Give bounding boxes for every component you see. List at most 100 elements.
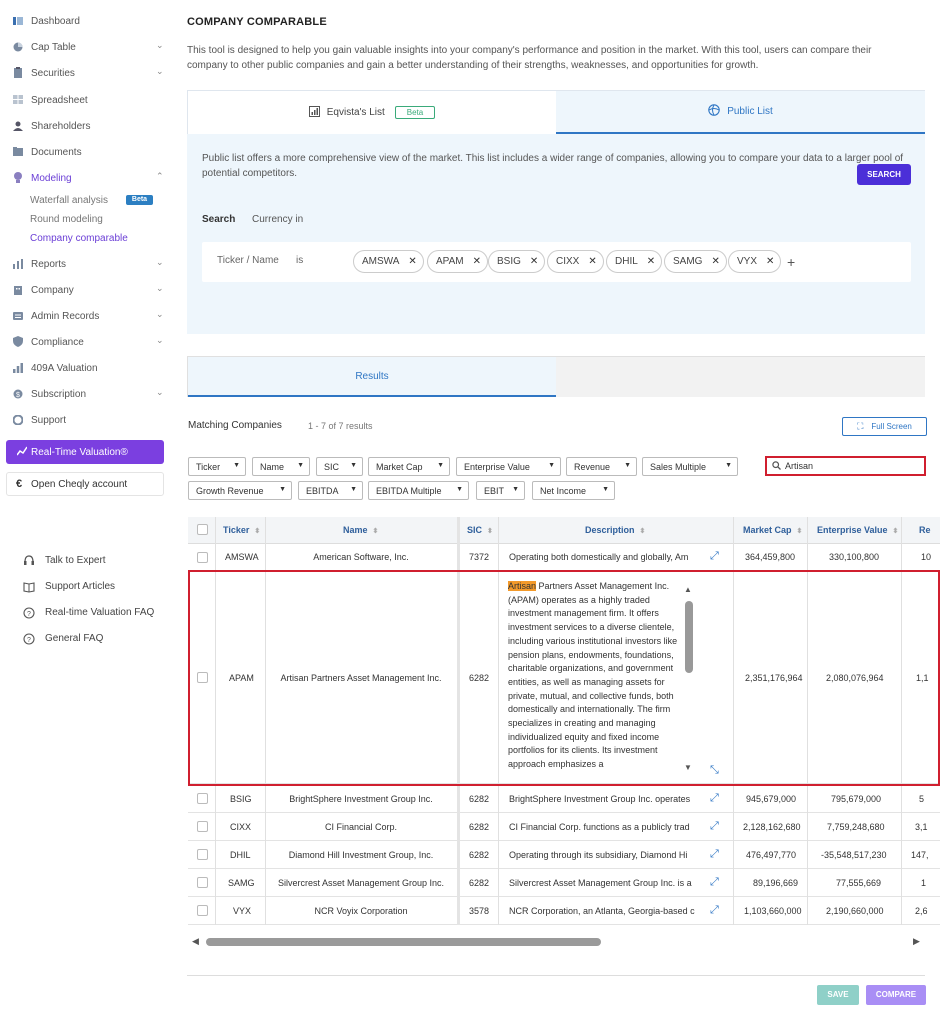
row-checkbox[interactable] bbox=[197, 672, 208, 683]
full-screen-button[interactable]: ⛶ Full Screen bbox=[842, 417, 927, 436]
expand-icon[interactable]: ⤢ bbox=[710, 820, 719, 833]
close-icon[interactable]: ✕ bbox=[473, 256, 481, 267]
collapse-icon[interactable]: ⤡ bbox=[710, 764, 719, 777]
column-toggle-enterprise-value[interactable]: Enterprise Value ▼ bbox=[456, 457, 561, 476]
header-revenue[interactable]: Re bbox=[919, 525, 931, 535]
close-icon[interactable]: ✕ bbox=[530, 256, 538, 267]
column-toggle-revenue[interactable]: Revenue ▼ bbox=[566, 457, 637, 476]
expand-icon[interactable]: ⤢ bbox=[710, 848, 719, 861]
sidebar-item-reports[interactable]: Reports ⌄ bbox=[0, 253, 172, 275]
table-row[interactable]: APAM Artisan Partners Asset Management I… bbox=[188, 571, 940, 784]
sidebar-item-subscription[interactable]: $ Subscription ⌄ bbox=[0, 383, 172, 405]
expand-icon[interactable]: ⤢ bbox=[710, 876, 719, 889]
table-row[interactable]: SAMG Silvercrest Asset Management Group … bbox=[188, 869, 940, 897]
row-checkbox[interactable] bbox=[197, 905, 208, 916]
compare-button[interactable]: COMPARE bbox=[866, 985, 926, 1005]
column-toggle-ebit[interactable]: EBIT ▼ bbox=[476, 481, 525, 500]
realtime-valuation-button[interactable]: Real-Time Valuation® bbox=[6, 440, 164, 464]
help-general-faq[interactable]: ? General FAQ bbox=[0, 631, 172, 649]
help-support-articles[interactable]: Support Articles bbox=[0, 579, 172, 597]
tab-currency[interactable]: Currency in bbox=[252, 214, 312, 225]
sidebar-sub-round-modeling[interactable]: Round modeling bbox=[30, 214, 103, 225]
header-ticker[interactable]: Ticker ⬍ bbox=[223, 525, 260, 535]
column-toggle-ticker[interactable]: Ticker ▼ bbox=[188, 457, 246, 476]
add-chip-button[interactable]: + bbox=[787, 254, 795, 270]
scroll-left-icon[interactable]: ◀ bbox=[192, 936, 199, 947]
save-button[interactable]: SAVE bbox=[817, 985, 859, 1005]
expand-icon[interactable]: ⤢ bbox=[710, 550, 719, 563]
chevron-up-icon[interactable]: ⌃ bbox=[156, 171, 164, 182]
table-row[interactable]: AMSWA American Software, Inc. 7372 Opera… bbox=[188, 544, 940, 571]
sidebar-item-documents[interactable]: Documents bbox=[0, 141, 172, 163]
tab-secondary[interactable] bbox=[556, 357, 925, 397]
header-sic[interactable]: SIC ⬍ bbox=[467, 525, 493, 535]
table-row[interactable]: BSIG BrightSphere Investment Group Inc. … bbox=[188, 785, 940, 813]
header-enterprise-value[interactable]: Enterprise Value ⬍ bbox=[817, 525, 898, 535]
header-market-cap[interactable]: Market Cap ⬍ bbox=[743, 525, 802, 535]
sidebar-item-409a[interactable]: 409A Valuation bbox=[0, 357, 172, 379]
tab-public-list[interactable]: Public List bbox=[556, 91, 925, 134]
column-toggle-sales-multiple[interactable]: Sales Multiple ▼ bbox=[642, 457, 738, 476]
close-icon[interactable]: ✕ bbox=[408, 256, 416, 267]
row-checkbox[interactable] bbox=[197, 793, 208, 804]
scroll-down-icon[interactable]: ▼ bbox=[684, 763, 692, 772]
table-row[interactable]: DHIL Diamond Hill Investment Group, Inc.… bbox=[188, 841, 940, 869]
horizontal-scrollbar[interactable]: ◀ ▶ bbox=[187, 935, 925, 947]
chevron-down-icon[interactable]: ⌄ bbox=[156, 335, 164, 346]
header-description[interactable]: Description ⬍ bbox=[585, 525, 645, 535]
chevron-down-icon[interactable]: ⌄ bbox=[156, 257, 164, 268]
sidebar-item-securities[interactable]: Securities ⌄ bbox=[0, 62, 172, 84]
sidebar-item-company[interactable]: Company ⌄ bbox=[0, 279, 172, 301]
description-scrollbar[interactable]: ▲ ▼ bbox=[684, 585, 694, 775]
column-toggle-ebitda[interactable]: EBITDA ▼ bbox=[298, 481, 363, 500]
close-icon[interactable]: ✕ bbox=[766, 256, 774, 267]
column-toggle-sic[interactable]: SIC ▼ bbox=[316, 457, 363, 476]
sidebar-item-spreadsheet[interactable]: Spreadsheet bbox=[0, 89, 172, 111]
sidebar-item-support[interactable]: Support bbox=[0, 409, 172, 431]
sidebar-item-shareholders[interactable]: Shareholders bbox=[0, 115, 172, 137]
table-row[interactable]: VYX NCR Voyix Corporation 3578 NCR Corpo… bbox=[188, 897, 940, 925]
sidebar-item-cap-table[interactable]: Cap Table ⌄ bbox=[0, 36, 172, 58]
table-row[interactable]: CIXX CI Financial Corp. 6282 CI Financia… bbox=[188, 813, 940, 841]
column-toggle-growth-revenue[interactable]: Growth Revenue ▼ bbox=[188, 481, 292, 500]
chevron-down-icon[interactable]: ⌄ bbox=[156, 40, 164, 51]
table-search-input[interactable]: Artisan bbox=[765, 456, 926, 476]
expand-icon[interactable]: ⤢ bbox=[710, 904, 719, 917]
close-icon[interactable]: ✕ bbox=[647, 256, 655, 267]
tab-search[interactable]: Search bbox=[202, 214, 235, 225]
scroll-thumb[interactable] bbox=[206, 938, 601, 946]
column-toggle-market-cap[interactable]: Market Cap ▼ bbox=[368, 457, 450, 476]
sidebar-item-compliance[interactable]: Compliance ⌄ bbox=[0, 331, 172, 353]
select-all-checkbox[interactable] bbox=[197, 524, 208, 535]
column-toggle-ebitda-multiple[interactable]: EBITDA Multiple ▼ bbox=[368, 481, 469, 500]
tab-eqvista-list[interactable]: Eqvista's List Beta bbox=[188, 91, 556, 134]
help-realtime-faq[interactable]: ? Real-time Valuation FAQ bbox=[0, 605, 172, 623]
sidebar-item-modeling[interactable]: Modeling ⌃ bbox=[0, 167, 172, 189]
close-icon[interactable]: ✕ bbox=[588, 256, 596, 267]
scroll-up-icon[interactable]: ▲ bbox=[684, 585, 692, 594]
tab-results[interactable]: Results bbox=[188, 357, 556, 397]
scroll-thumb[interactable] bbox=[685, 601, 693, 673]
expand-icon[interactable]: ⤢ bbox=[710, 792, 719, 805]
sidebar-item-admin-records[interactable]: Admin Records ⌄ bbox=[0, 305, 172, 327]
row-checkbox[interactable] bbox=[197, 877, 208, 888]
close-icon[interactable]: ✕ bbox=[711, 256, 719, 267]
column-toggle-name[interactable]: Name ▼ bbox=[252, 457, 310, 476]
sidebar-item-dashboard[interactable]: Dashboard bbox=[0, 10, 172, 32]
scroll-right-icon[interactable]: ▶ bbox=[913, 936, 920, 947]
column-toggle-net-income[interactable]: Net Income ▼ bbox=[532, 481, 615, 500]
help-talk-to-expert[interactable]: Talk to Expert bbox=[0, 553, 172, 571]
sidebar-sub-waterfall[interactable]: Waterfall analysis bbox=[30, 195, 108, 206]
filter-operator[interactable]: is bbox=[296, 255, 303, 266]
chevron-down-icon[interactable]: ⌄ bbox=[156, 283, 164, 294]
row-checkbox[interactable] bbox=[197, 552, 208, 563]
chevron-down-icon[interactable]: ⌄ bbox=[156, 387, 164, 398]
row-checkbox[interactable] bbox=[197, 821, 208, 832]
chevron-down-icon[interactable]: ⌄ bbox=[156, 66, 164, 77]
chevron-down-icon[interactable]: ⌄ bbox=[156, 309, 164, 320]
row-checkbox[interactable] bbox=[197, 849, 208, 860]
search-button[interactable]: SEARCH bbox=[857, 164, 911, 185]
open-cheqly-button[interactable]: € Open Cheqly account bbox=[6, 472, 164, 496]
header-name[interactable]: Name ⬍ bbox=[343, 525, 378, 535]
sidebar-sub-company-comparable[interactable]: Company comparable bbox=[30, 233, 128, 244]
